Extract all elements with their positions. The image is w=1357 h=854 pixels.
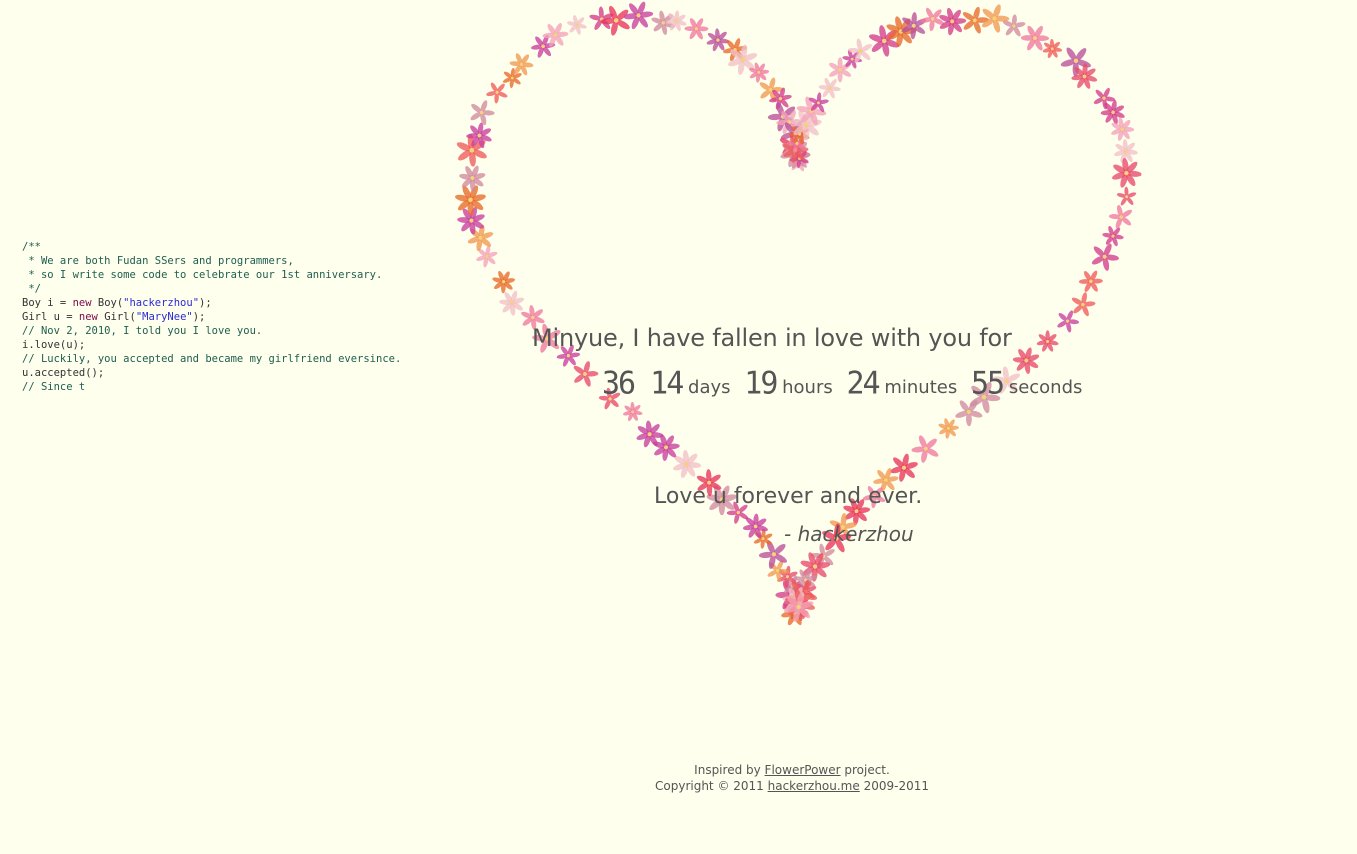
hours-value: 19 — [744, 365, 778, 402]
flower-icon — [455, 185, 486, 216]
flower-icon — [938, 418, 959, 439]
love-title: Minyue, I have fallen in love with you f… — [532, 324, 1012, 352]
flower-icon — [1116, 186, 1137, 206]
minutes-value: 24 — [846, 365, 880, 402]
seconds-value: 55 — [970, 365, 1005, 402]
flower-icon — [1078, 270, 1103, 293]
footer-copyright-suffix: 2009-2011 — [859, 779, 929, 793]
hours-label: hours — [782, 377, 833, 398]
love-words: Love u forever and ever. - hackerzhou — [654, 482, 923, 546]
footer-inspired-suffix: project. — [840, 763, 890, 777]
flower-icon — [1091, 243, 1119, 271]
seconds-label: seconds — [1008, 377, 1083, 398]
footer-inspired-prefix: Inspired by — [694, 763, 765, 777]
signature: - hackerzhou — [784, 522, 914, 546]
flower-icon — [1021, 25, 1049, 51]
love-forever-text: Love u forever and ever. — [654, 484, 923, 509]
love-message: Minyue, I have fallen in love with you f… — [532, 320, 1092, 402]
footer-copyright-prefix: Copyright © 2011 — [655, 779, 768, 793]
flower-icon — [673, 449, 702, 478]
flower-icon — [1102, 225, 1124, 247]
flower-heart — [455, 1, 1142, 626]
elapsed-time: 36 14 days 19 hours 24 minutes 55 second… — [602, 364, 1090, 408]
days-value: 36 14 — [602, 365, 684, 402]
flower-icon — [684, 18, 709, 40]
footer-copyright: Copyright © 2011 hackerzhou.me 2009-2011 — [592, 778, 992, 794]
footer: Inspired by FlowerPower project. Copyrig… — [592, 762, 992, 794]
footer-inspired: Inspired by FlowerPower project. — [592, 762, 992, 778]
minutes-label: minutes — [884, 377, 958, 398]
flower-icon — [600, 5, 630, 36]
flowerpower-link[interactable]: FlowerPower — [765, 763, 841, 777]
flower-icon — [911, 435, 939, 463]
hackerzhou-link[interactable]: hackerzhou.me — [768, 779, 860, 793]
days-label: days — [688, 377, 731, 398]
